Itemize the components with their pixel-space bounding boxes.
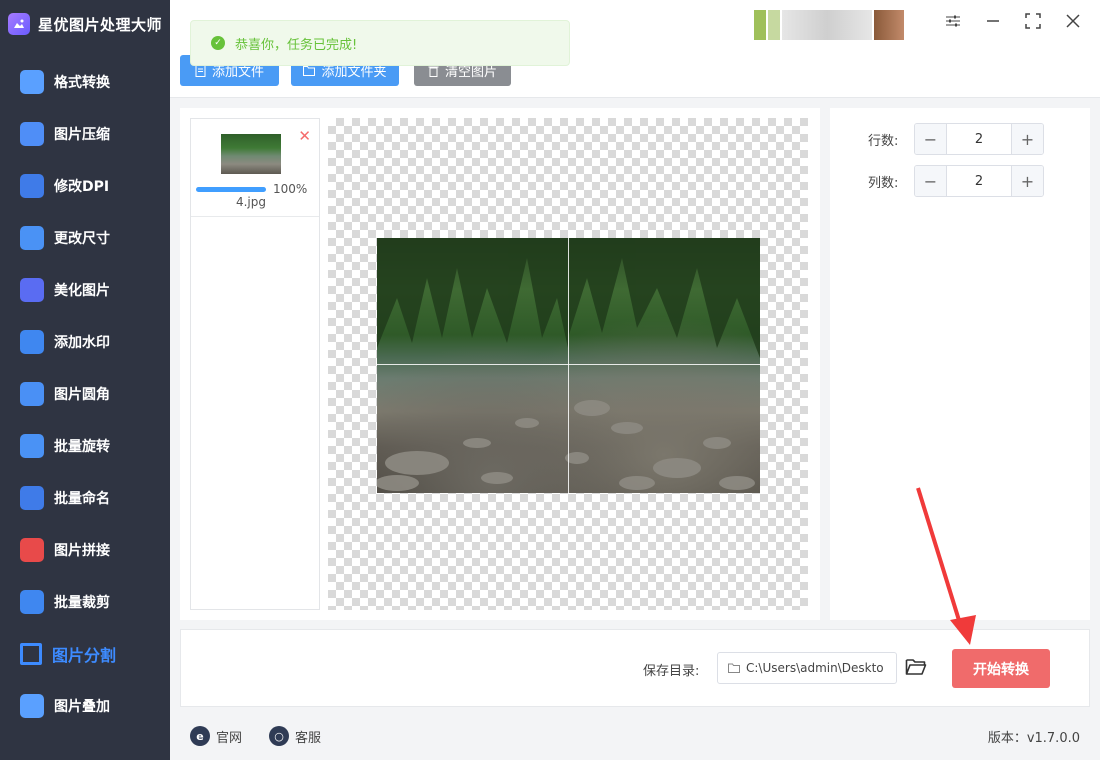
sidebar-item-5[interactable]: 添加水印 bbox=[0, 316, 170, 368]
rows-stepper[interactable]: − 2 + bbox=[914, 123, 1044, 155]
folder-icon bbox=[303, 66, 316, 76]
website-link[interactable]: e 官网 bbox=[190, 726, 242, 746]
minimize-icon[interactable] bbox=[984, 12, 1002, 30]
sidebar-item-label: 批量旋转 bbox=[54, 439, 110, 455]
stitch-icon bbox=[20, 538, 44, 562]
settings-panel: 行数: − 2 + 列数: − 2 + bbox=[830, 108, 1090, 620]
rows-increment-button[interactable]: + bbox=[1011, 124, 1043, 154]
sidebar-item-label: 批量命名 bbox=[54, 491, 110, 507]
success-check-icon: ✓ bbox=[211, 36, 225, 50]
settings-sliders-icon[interactable] bbox=[944, 12, 962, 30]
rotate-icon bbox=[20, 434, 44, 458]
maximize-icon[interactable] bbox=[1024, 12, 1042, 30]
sidebar-item-3[interactable]: 更改尺寸 bbox=[0, 212, 170, 264]
split-line-vertical bbox=[568, 238, 569, 493]
sidebar-item-label: 图片分割 bbox=[52, 646, 117, 665]
remove-file-icon[interactable]: ✕ bbox=[298, 127, 311, 145]
image-convert-icon bbox=[20, 70, 44, 94]
cols-stepper[interactable]: − 2 + bbox=[914, 165, 1044, 197]
sidebar-item-label: 图片圆角 bbox=[54, 387, 110, 403]
sidebar-item-2[interactable]: 修改DPI bbox=[0, 160, 170, 212]
sidebar-item-label: 添加水印 bbox=[54, 335, 110, 351]
version-label: 版本：v1.7.0.0 bbox=[987, 731, 1080, 746]
footer: e 官网 ○ 客服 版本：v1.7.0.0 bbox=[170, 712, 1100, 760]
sidebar-item-label: 修改DPI bbox=[54, 179, 110, 195]
file-thumbnail bbox=[221, 134, 281, 174]
sidebar-item-label: 格式转换 bbox=[54, 75, 110, 91]
user-avatar[interactable] bbox=[754, 10, 924, 40]
sidebar-item-1[interactable]: 图片压缩 bbox=[0, 108, 170, 160]
resize-icon bbox=[20, 226, 44, 250]
support-chat-icon: ○ bbox=[269, 726, 289, 746]
layers-icon bbox=[20, 694, 44, 718]
sidebar-item-8[interactable]: 批量命名 bbox=[0, 472, 170, 524]
sidebar-item-label: 图片压缩 bbox=[54, 127, 110, 143]
sidebar: 星优图片处理大师 格式转换图片压缩修改DPI 更改尺寸美化图片添加水印图片圆角批量… bbox=[0, 0, 170, 760]
dpi-icon bbox=[20, 174, 44, 198]
crop-icon bbox=[20, 590, 44, 614]
rows-decrement-button[interactable]: − bbox=[915, 124, 947, 154]
app-logo-icon bbox=[8, 13, 30, 35]
browse-folder-icon[interactable] bbox=[905, 657, 927, 679]
sidebar-item-label: 图片叠加 bbox=[54, 699, 110, 715]
file-card[interactable]: ✕ 100% 4.jpg bbox=[191, 119, 319, 217]
file-progress-bar bbox=[196, 187, 266, 192]
file-progress-fill bbox=[196, 187, 266, 192]
rename-icon bbox=[20, 486, 44, 510]
sidebar-item-6[interactable]: 图片圆角 bbox=[0, 368, 170, 420]
cols-decrement-button[interactable]: − bbox=[915, 166, 947, 196]
app-title: 星优图片处理大师 bbox=[38, 15, 163, 34]
sidebar-item-11[interactable]: 图片分割 bbox=[0, 628, 170, 680]
website-icon: e bbox=[190, 726, 210, 746]
file-list: ✕ 100% 4.jpg bbox=[190, 118, 320, 610]
split-line-horizontal bbox=[377, 364, 760, 365]
sidebar-item-10[interactable]: 批量裁剪 bbox=[0, 576, 170, 628]
cols-value[interactable]: 2 bbox=[947, 166, 1011, 196]
window-controls bbox=[944, 12, 1082, 30]
app-logo: 星优图片处理大师 bbox=[0, 0, 170, 48]
sidebar-item-label: 图片拼接 bbox=[54, 543, 110, 559]
start-convert-button[interactable]: 开始转换 bbox=[952, 649, 1050, 688]
image-compress-icon bbox=[20, 122, 44, 146]
sidebar-item-7[interactable]: 批量旋转 bbox=[0, 420, 170, 472]
file-progress-label: 100% bbox=[273, 182, 308, 196]
rows-value[interactable]: 2 bbox=[947, 124, 1011, 154]
sidebar-nav: 格式转换图片压缩修改DPI 更改尺寸美化图片添加水印图片圆角批量旋转批量命名图片拼… bbox=[0, 56, 170, 732]
file-icon bbox=[195, 64, 206, 77]
rows-setting: 行数: − 2 + bbox=[868, 123, 1044, 155]
trash-icon bbox=[428, 66, 439, 77]
support-link[interactable]: ○ 客服 bbox=[269, 726, 321, 746]
sidebar-item-9[interactable]: 图片拼接 bbox=[0, 524, 170, 576]
save-path-field[interactable]: C:\Users\admin\Deskto bbox=[717, 652, 897, 684]
sidebar-item-label: 美化图片 bbox=[54, 283, 110, 299]
split-icon bbox=[20, 643, 42, 665]
save-path-value: C:\Users\admin\Deskto bbox=[746, 661, 884, 675]
cols-label: 列数: bbox=[868, 175, 899, 191]
sidebar-item-label: 更改尺寸 bbox=[54, 231, 110, 247]
toast-message: 恭喜你，任务已完成! bbox=[235, 37, 358, 53]
sidebar-item-4[interactable]: 美化图片 bbox=[0, 264, 170, 316]
watermark-icon bbox=[20, 330, 44, 354]
website-label: 官网 bbox=[216, 730, 243, 746]
workspace-panel: ✕ 100% 4.jpg bbox=[180, 108, 820, 620]
sidebar-item-12[interactable]: 图片叠加 bbox=[0, 680, 170, 732]
cols-increment-button[interactable]: + bbox=[1011, 166, 1043, 196]
save-dir-label: 保存目录: bbox=[643, 664, 700, 679]
support-label: 客服 bbox=[295, 730, 322, 746]
rows-label: 行数: bbox=[868, 133, 899, 149]
cols-setting: 列数: − 2 + bbox=[868, 165, 1044, 197]
folder-small-icon bbox=[728, 663, 740, 673]
file-name: 4.jpg bbox=[235, 195, 267, 209]
image-preview bbox=[328, 118, 808, 610]
round-corner-icon bbox=[20, 382, 44, 406]
sidebar-item-0[interactable]: 格式转换 bbox=[0, 56, 170, 108]
preview-image bbox=[377, 238, 760, 493]
success-toast: ✓ 恭喜你，任务已完成! bbox=[190, 20, 570, 66]
close-icon[interactable] bbox=[1064, 12, 1082, 30]
output-panel: 保存目录: C:\Users\admin\Deskto 开始转换 bbox=[180, 629, 1090, 707]
beautify-icon bbox=[20, 278, 44, 302]
sidebar-item-label: 批量裁剪 bbox=[54, 595, 110, 611]
